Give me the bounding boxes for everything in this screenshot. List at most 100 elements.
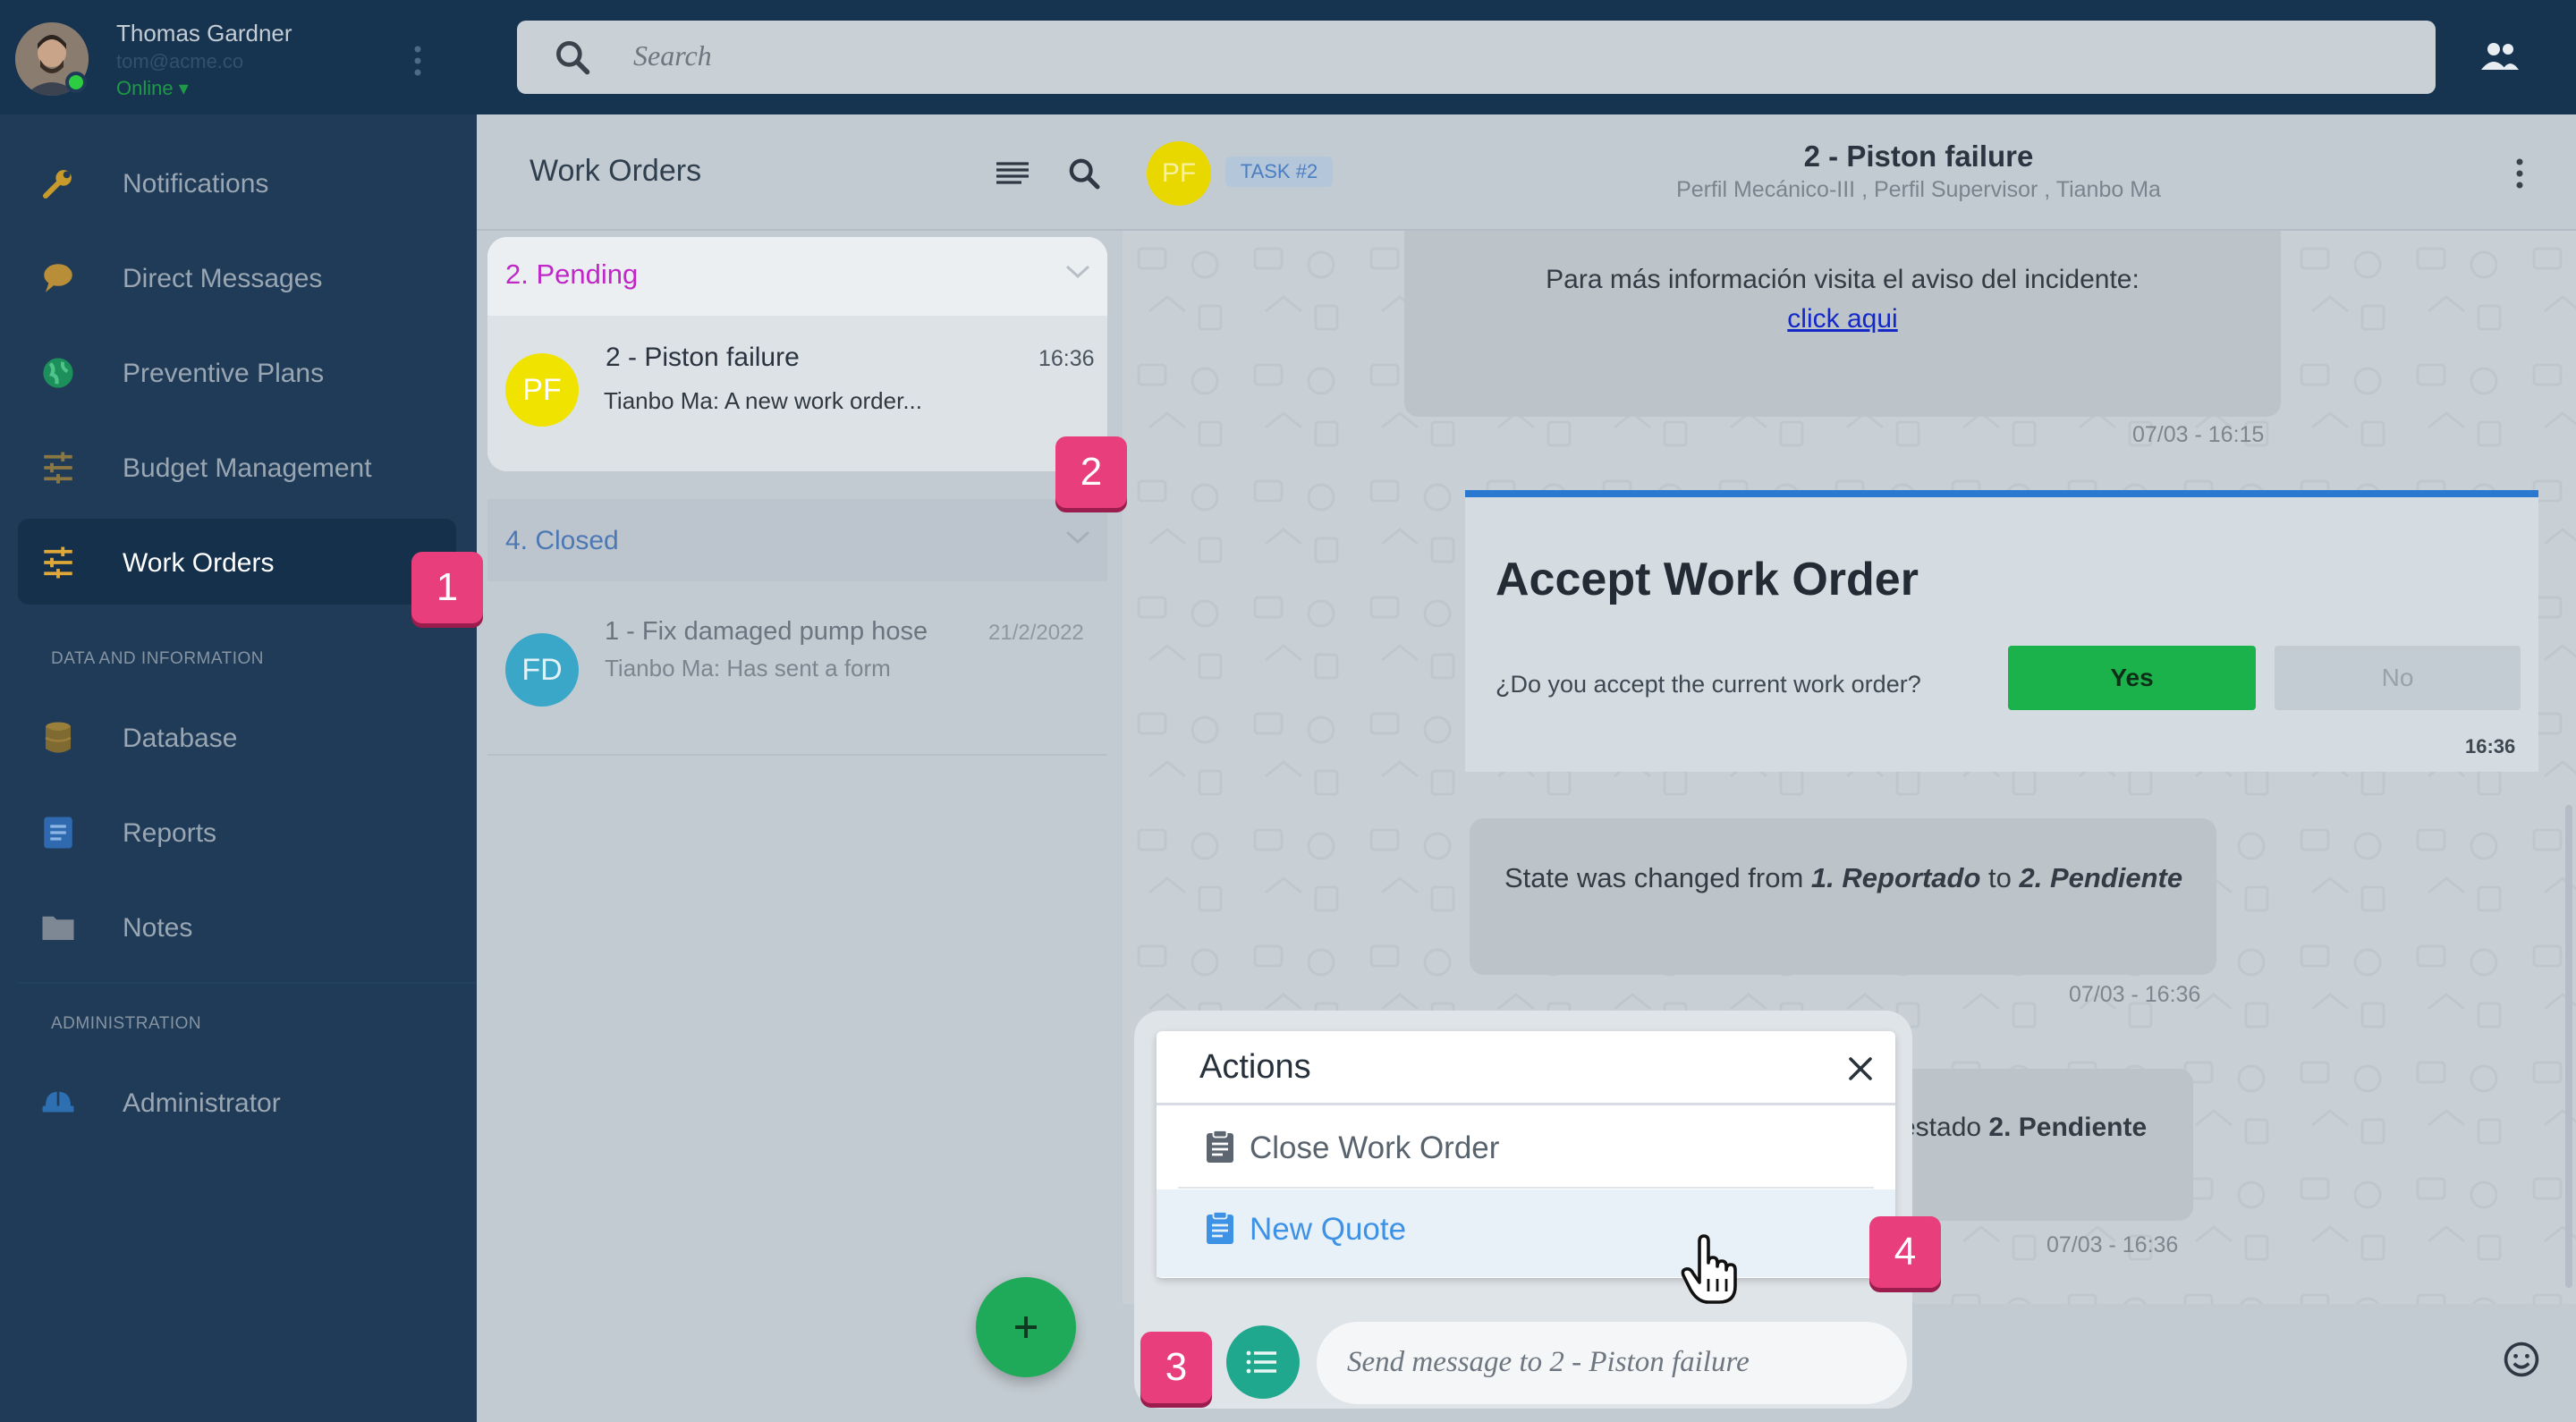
chat-participants: Perfil Mecánico-III , Perfil Supervisor … [1676, 177, 2161, 202]
people-icon[interactable] [2478, 39, 2522, 75]
sidebar-item-preventive-plans[interactable]: Preventive Plans [18, 329, 456, 415]
group-label: 4. Closed [505, 526, 619, 555]
avatar: PF [1147, 141, 1211, 206]
sidebar-item-work-orders[interactable]: Work Orders [18, 519, 456, 605]
message-text: to [1980, 862, 2020, 893]
sidebar-item-database[interactable]: Database [18, 694, 456, 780]
chat-scrollbar[interactable] [2565, 805, 2572, 1288]
sidebar-item-administrator[interactable]: Administrator [18, 1059, 456, 1145]
avatar: FD [505, 633, 579, 707]
sidebar-item-label: Work Orders [123, 548, 275, 578]
sidebar-divider [18, 982, 477, 984]
list-item[interactable]: PF 2 - Piston failure 16:36 Tianbo Ma: A… [487, 316, 1107, 471]
list-item-preview: Tianbo Ma: Has sent a form [605, 655, 891, 681]
hand-cursor-icon [1678, 1234, 1742, 1306]
chevron-down-icon [1064, 529, 1091, 546]
group-header-pending[interactable]: 2. Pending [487, 237, 1107, 316]
search-input[interactable] [517, 21, 2436, 94]
admin-icon [39, 1084, 77, 1122]
clipboard-icon [1204, 1129, 1236, 1164]
sliders-icon [39, 449, 77, 487]
message-time: 07/03 - 16:15 [2132, 422, 2265, 447]
callout-badge: 3 [1140, 1332, 1212, 1403]
yes-button[interactable]: Yes [2008, 646, 2256, 710]
list-filter-icon[interactable] [995, 159, 1030, 186]
state-change-message: State was changed from 1. Reportado to 2… [1504, 862, 2182, 894]
search-icon [553, 38, 592, 77]
document-icon [39, 814, 77, 851]
chat-title: 2 - Piston failure [1803, 140, 2034, 173]
no-button[interactable]: No [2275, 646, 2521, 710]
user-menu-icon[interactable] [413, 45, 422, 77]
callout-badge: 2 [1055, 436, 1127, 508]
sidebar-item-direct-messages[interactable]: Direct Messages [18, 234, 456, 320]
message-time: 16:36 [2465, 735, 2516, 758]
sidebar-item-label: Direct Messages [123, 264, 323, 293]
wrench-icon [39, 165, 77, 202]
action-label: Close Work Order [1250, 1130, 1500, 1165]
list-item-title: 1 - Fix damaged pump hose [605, 617, 928, 646]
more-options-icon[interactable] [2515, 157, 2524, 190]
message-bubble [1470, 818, 2216, 975]
search-icon[interactable] [1066, 156, 1102, 191]
folder-icon [39, 909, 77, 946]
incident-link[interactable]: click aqui [1404, 304, 2281, 334]
sidebar-item-label: Notes [123, 913, 193, 943]
list-item-preview: Tianbo Ma: A new work order... [604, 387, 922, 414]
card-question: ¿Do you accept the current work order? [1496, 671, 1921, 698]
sidebar-item-label: Database [123, 724, 238, 753]
avatar: PF [505, 353, 579, 427]
state-from: 1. Reportado [1810, 862, 1981, 893]
actions-title: Actions [1199, 1048, 1311, 1086]
actions-divider [1157, 1103, 1895, 1105]
sidebar-item-notes[interactable]: Notes [18, 884, 456, 969]
sidebar-item-label: Administrator [123, 1088, 281, 1118]
message-text: Para más información visita el aviso del… [1546, 265, 2140, 294]
list-item-time: 21/2/2022 [988, 621, 1084, 645]
task-badge: TASK #2 [1225, 157, 1333, 187]
sidebar-item-label: Notifications [123, 169, 269, 199]
state-to: 2. Pendiente [2019, 862, 2183, 893]
action-label: New Quote [1250, 1212, 1407, 1247]
sidebar-item-notifications[interactable]: Notifications [18, 140, 456, 225]
close-icon[interactable] [1845, 1054, 1876, 1084]
search-placeholder: Search [633, 39, 712, 72]
emoji-icon[interactable] [2502, 1340, 2541, 1379]
message-input-placeholder: Send message to 2 - Piston failure [1347, 1346, 1750, 1378]
sidebar-item-label: Budget Management [123, 453, 372, 483]
callout-badge: 1 [411, 552, 483, 623]
list-item-time: 16:36 [1038, 346, 1095, 371]
sliders-icon [39, 544, 77, 581]
message-time: 07/03 - 16:36 [2046, 1232, 2179, 1257]
globe-icon [39, 354, 77, 392]
user-email: tom@acme.co [116, 50, 244, 72]
database-icon [39, 719, 77, 757]
state-change-message: estado 2. Pendiente [1901, 1113, 2147, 1143]
list-item-title: 2 - Piston failure [606, 343, 800, 372]
group-label: 2. Pending [505, 258, 639, 290]
user-status-dropdown[interactable]: Online ▾ [116, 77, 189, 100]
state-to: 2. Pendiente [1988, 1113, 2148, 1142]
new-work-order-button[interactable] [976, 1277, 1076, 1377]
sidebar-item-budget-management[interactable]: Budget Management [18, 424, 456, 510]
sidebar-item-label: Reports [123, 818, 217, 848]
list-title: Work Orders [530, 154, 702, 188]
sidebar-item-reports[interactable]: Reports [18, 789, 456, 875]
clipboard-icon [1204, 1210, 1236, 1246]
pending-group: 2. Pending PF 2 - Piston failure 16:36 T… [487, 237, 1107, 471]
actions-toggle-button[interactable] [1226, 1325, 1300, 1399]
sidebar: Notifications Direct Messages Preventive… [0, 114, 477, 1422]
chevron-down-icon [1064, 264, 1091, 280]
presence-indicator [65, 72, 87, 93]
sidebar-item-label: Preventive Plans [123, 359, 325, 388]
message-text: State was changed from [1504, 862, 1811, 893]
message-text: estado [1901, 1113, 1989, 1142]
chat-bubble-icon [39, 259, 77, 297]
message-time: 07/03 - 16:36 [2069, 982, 2201, 1007]
callout-badge: 4 [1869, 1216, 1941, 1288]
accept-work-order-card [1465, 490, 2538, 772]
section-heading-data: DATA AND INFORMATION [51, 649, 265, 668]
user-name: Thomas Gardner [116, 20, 292, 47]
card-title: Accept Work Order [1496, 554, 1919, 605]
section-heading-admin: ADMINISTRATION [51, 1014, 202, 1033]
